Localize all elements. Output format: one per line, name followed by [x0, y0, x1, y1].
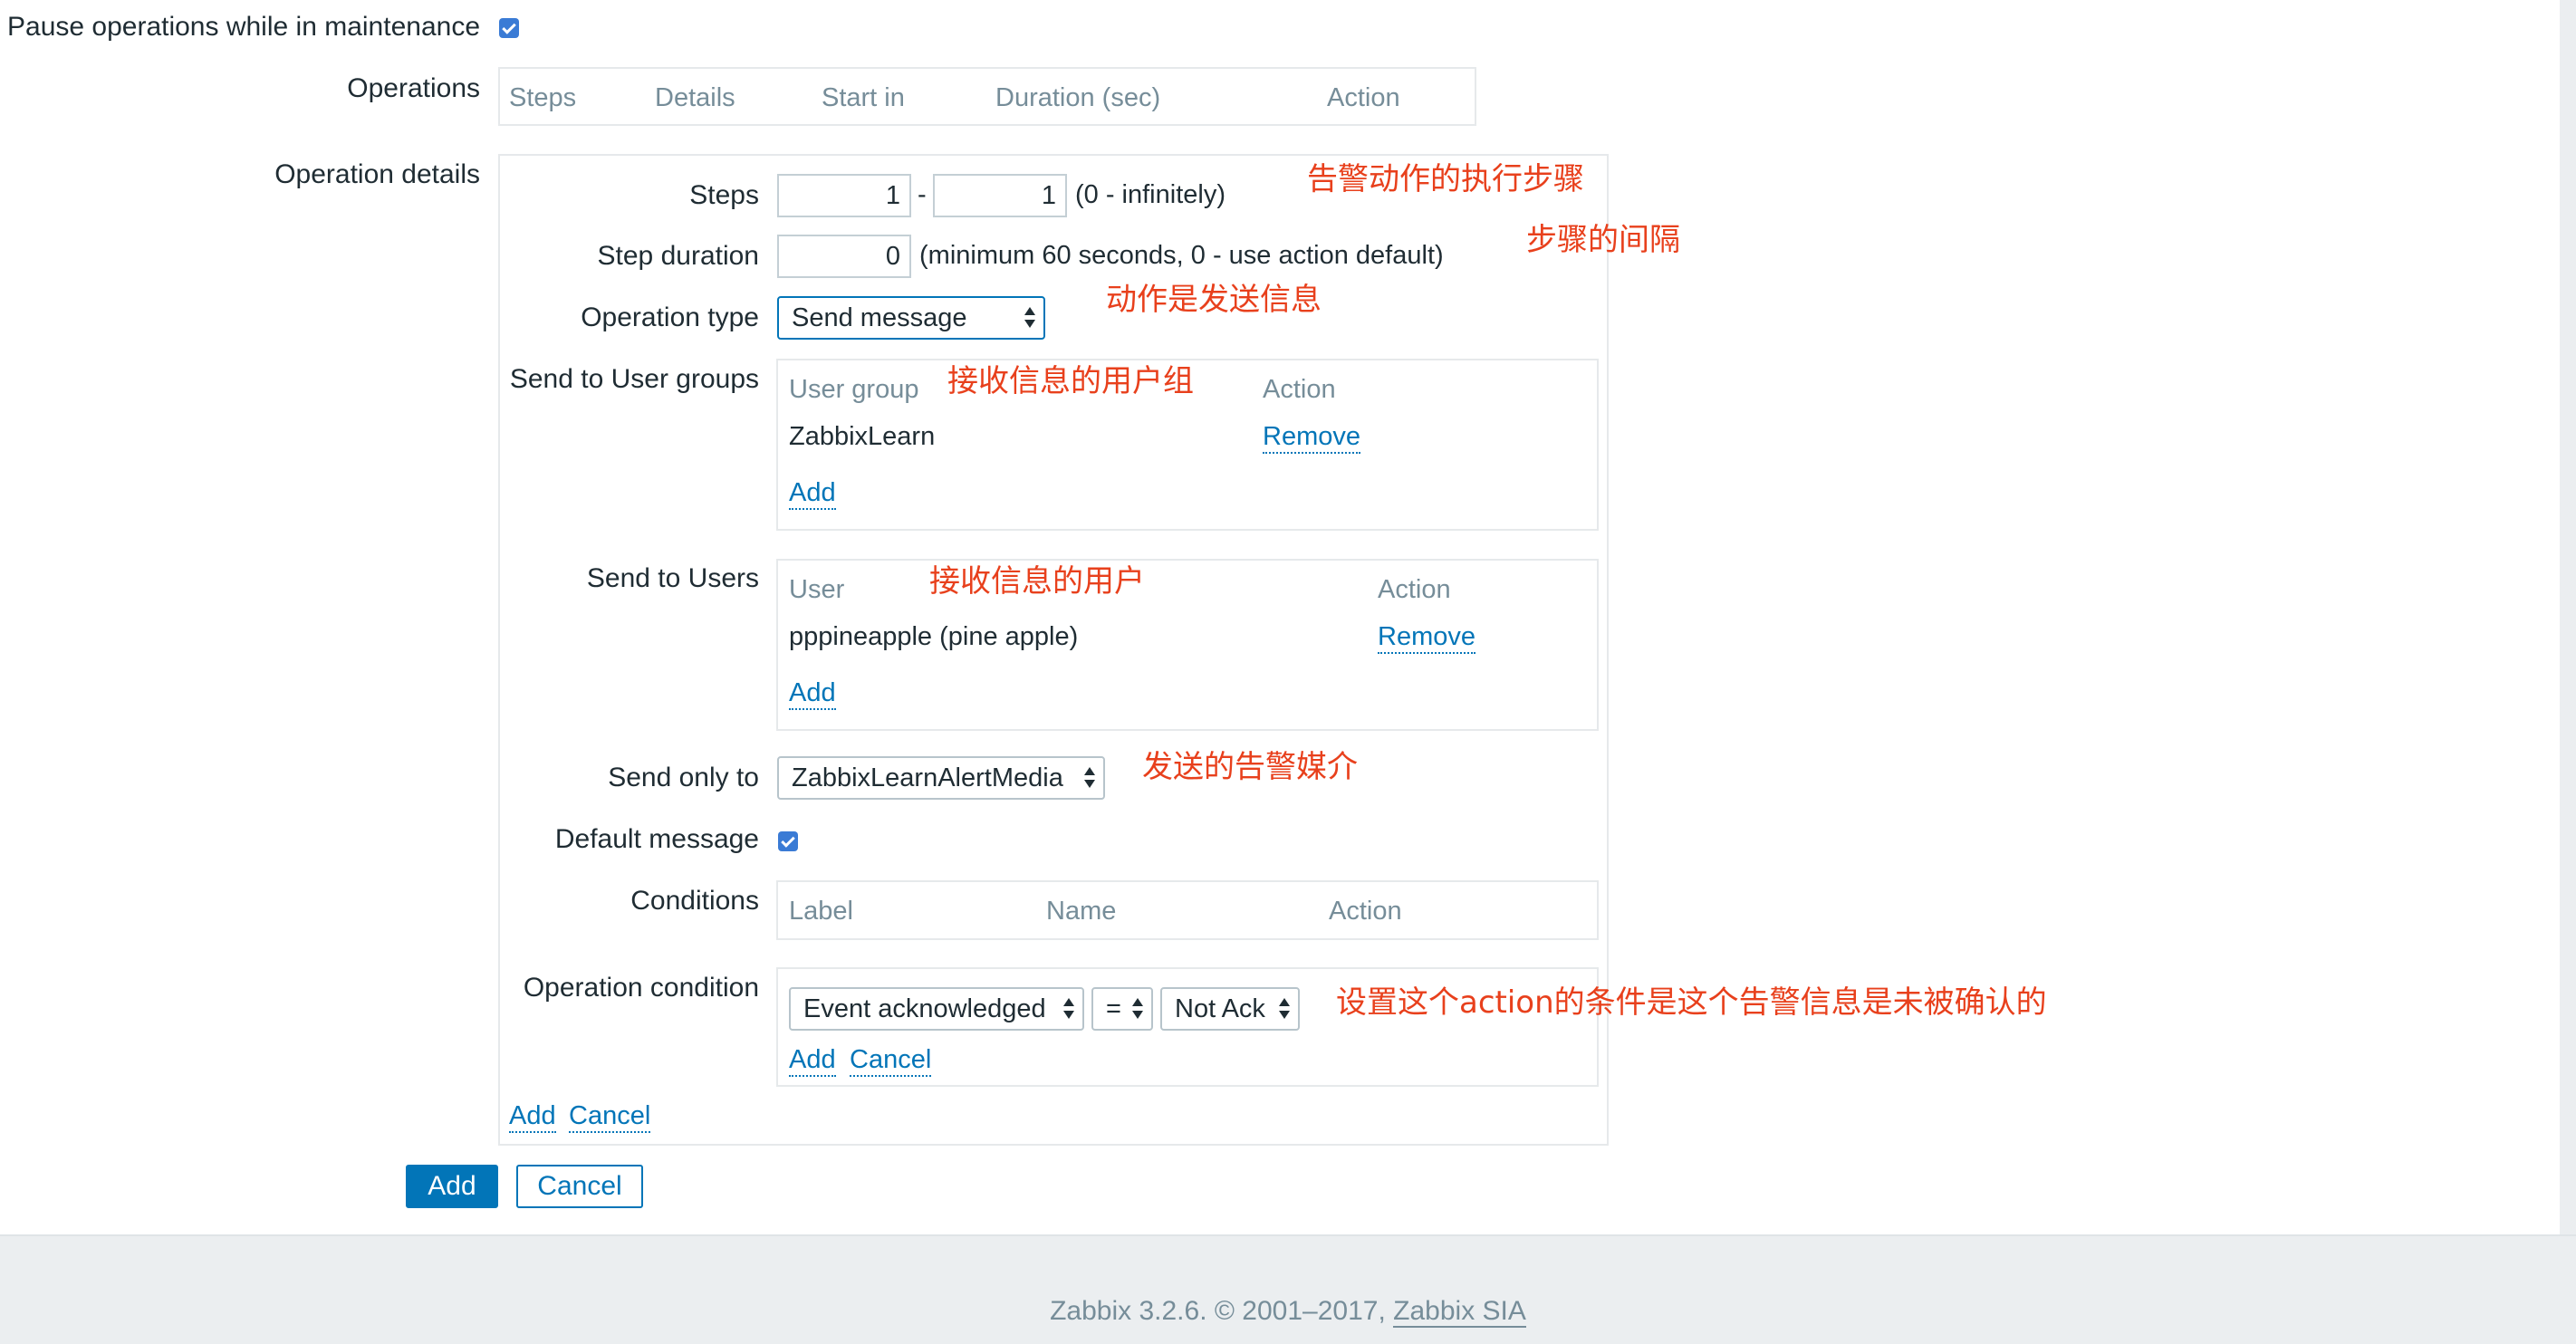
operations-label: Operations [347, 73, 480, 103]
add-user-group-link[interactable]: Add [789, 480, 836, 510]
default-message-label: Default message [554, 824, 759, 854]
users-col-action: Action [1378, 575, 1451, 604]
select-arrows-icon [1024, 305, 1036, 331]
send-only-to-value: ZabbixLearnAlertMedia [792, 763, 1063, 792]
operations-col-details: Details [655, 83, 735, 112]
footer: Zabbix 3.2.6. © 2001–2017, Zabbix SIA [0, 1234, 2576, 1344]
remove-user-group-link[interactable]: Remove [1263, 424, 1360, 454]
steps-from-input[interactable]: 1 [777, 174, 911, 217]
send-to-user-groups-label: Send to User groups [509, 364, 759, 394]
conditions-table: Label Name Action [776, 880, 1599, 940]
condition-field-select[interactable]: Event acknowledged [789, 987, 1084, 1031]
pause-operations-label: Pause operations while in maintenance [7, 12, 480, 42]
steps-separator: - [918, 180, 927, 209]
pause-operations-checkbox[interactable] [499, 18, 519, 38]
operations-table: Steps Details Start in Duration (sec) Ac… [498, 67, 1476, 126]
step-duration-label: Step duration [597, 241, 759, 271]
conditions-col-name: Name [1046, 897, 1117, 926]
users-table: User Action pppineapple (pine apple) Rem… [776, 559, 1599, 731]
send-only-to-select[interactable]: ZabbixLearnAlertMedia [777, 756, 1105, 800]
conditions-label: Conditions [630, 886, 759, 916]
page-edge [2560, 0, 2576, 1234]
user-name: pppineapple (pine apple) [789, 622, 1079, 651]
condition-value-select[interactable]: Not Ack [1160, 987, 1300, 1031]
select-arrows-icon [1278, 996, 1291, 1022]
add-condition-link[interactable]: Add [789, 1047, 836, 1077]
remove-user-link[interactable]: Remove [1378, 624, 1475, 654]
steps-to-input[interactable]: 1 [933, 174, 1067, 217]
send-only-to-label: Send only to [608, 763, 759, 792]
steps-hint: (0 - infinitely) [1075, 180, 1226, 209]
operation-details-label: Operation details [274, 159, 480, 189]
add-button[interactable]: Add [406, 1165, 498, 1208]
operations-col-start-in: Start in [822, 83, 905, 112]
add-operation-link[interactable]: Add [509, 1103, 556, 1133]
condition-value-value: Not Ack [1175, 994, 1265, 1023]
footer-text: Zabbix 3.2.6. © 2001–2017, [1050, 1296, 1386, 1326]
user-group-name: ZabbixLearn [789, 422, 936, 451]
users-col-user: User [789, 575, 845, 604]
annotation-media: 发送的告警媒介 [1142, 749, 1358, 785]
cancel-operation-link[interactable]: Cancel [569, 1103, 651, 1133]
condition-field-value: Event acknowledged [803, 994, 1046, 1023]
select-arrows-icon [1131, 996, 1144, 1022]
conditions-col-action: Action [1329, 897, 1402, 926]
select-arrows-icon [1062, 996, 1075, 1022]
step-duration-input[interactable]: 0 [777, 235, 911, 278]
default-message-checkbox[interactable] [778, 831, 798, 851]
cancel-button[interactable]: Cancel [516, 1165, 643, 1208]
add-user-link[interactable]: Add [789, 680, 836, 710]
condition-operator-value: = [1106, 994, 1121, 1023]
conditions-col-label: Label [789, 897, 853, 926]
step-duration-hint: (minimum 60 seconds, 0 - use action defa… [919, 241, 1444, 270]
annotation-condition: 设置这个action的条件是这个告警信息是未被确认的 [1336, 984, 2047, 1021]
annotation-interval: 步骤的间隔 [1526, 222, 1680, 258]
annotation-users: 接收信息的用户 [929, 563, 1145, 600]
footer-link[interactable]: Zabbix SIA [1393, 1296, 1526, 1328]
footer-text-container: Zabbix 3.2.6. © 2001–2017, Zabbix SIA [0, 1296, 2576, 1328]
steps-label: Steps [689, 180, 759, 210]
operation-type-value: Send message [792, 303, 967, 332]
annotation-user-groups: 接收信息的用户组 [947, 363, 1194, 399]
user-groups-col-group: User group [789, 375, 919, 404]
select-arrows-icon [1083, 765, 1096, 791]
annotation-steps: 告警动作的执行步骤 [1307, 161, 1584, 197]
operations-col-action: Action [1327, 83, 1400, 112]
condition-operator-select[interactable]: = [1091, 987, 1153, 1031]
operation-type-label: Operation type [581, 302, 759, 332]
user-groups-col-action: Action [1263, 375, 1336, 404]
send-to-users-label: Send to Users [586, 563, 759, 593]
operations-col-duration: Duration (sec) [995, 83, 1161, 112]
operation-type-select[interactable]: Send message [777, 296, 1045, 340]
cancel-condition-link[interactable]: Cancel [850, 1047, 932, 1077]
operations-col-steps: Steps [509, 83, 577, 112]
annotation-operation-type: 动作是发送信息 [1106, 282, 1322, 318]
operation-condition-label: Operation condition [523, 973, 759, 1003]
